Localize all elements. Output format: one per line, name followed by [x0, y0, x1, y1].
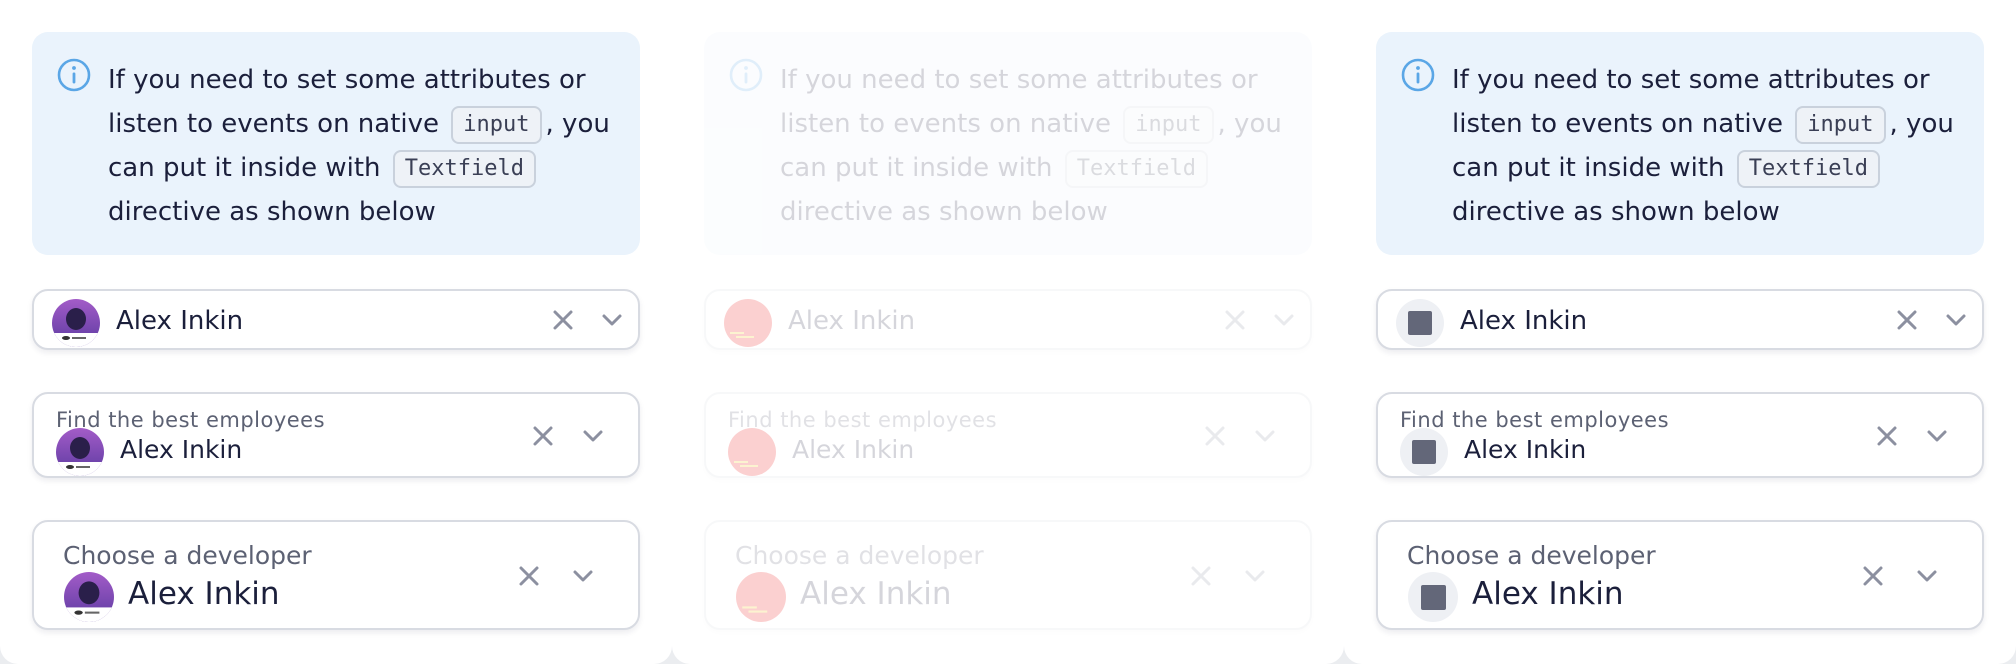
info-notice: If you need to set some attributes or li… — [32, 32, 640, 255]
selected-value: Alex Inkin — [1460, 306, 1588, 336]
selected-value: Alex Inkin — [120, 435, 243, 464]
person-select-simple[interactable]: Alex Inkin — [32, 289, 640, 350]
notice-text-end: directive as shown below — [108, 197, 436, 227]
chevron-down-icon — [1245, 570, 1265, 582]
code-textfield: Textfield — [392, 149, 536, 188]
dropdown-toggle[interactable] — [1913, 562, 1941, 590]
dropdown-toggle[interactable] — [1942, 306, 1970, 334]
avatar-photo — [52, 299, 100, 347]
code-textfield: Textfield — [1064, 149, 1208, 188]
avatar-broken-image — [736, 572, 786, 622]
close-icon — [519, 566, 539, 586]
dropdown-toggle[interactable] — [579, 422, 607, 450]
chevron-down-icon — [1946, 314, 1966, 326]
chevron-down-icon — [1255, 430, 1275, 442]
close-icon — [1205, 426, 1225, 446]
selected-value: Alex Inkin — [788, 306, 916, 336]
dropdown-toggle[interactable] — [569, 562, 597, 590]
notice-text-end: directive as shown below — [1452, 197, 1780, 227]
person-select-simple[interactable]: Alex Inkin — [1376, 289, 1984, 350]
chevron-down-icon — [602, 314, 622, 326]
clear-button[interactable] — [1873, 422, 1901, 450]
avatar-placeholder-icon — [1408, 572, 1458, 622]
person-select-labeled-small: Find the best employees Alex Inkin — [704, 392, 1312, 478]
person-select-simple: Alex Inkin — [704, 289, 1312, 350]
field-label: Find the best employees — [1400, 408, 1670, 432]
code-input: input — [451, 105, 542, 144]
avatar-placeholder-icon — [1400, 428, 1448, 476]
code-input: input — [1795, 105, 1886, 144]
clear-button[interactable] — [549, 306, 577, 334]
info-circle-icon — [1401, 58, 1435, 92]
person-select-labeled-small[interactable]: Find the best employees Alex Inkin — [1376, 392, 1984, 478]
avatar-broken-image — [724, 299, 772, 347]
field-label: Choose a developer — [63, 541, 312, 570]
selected-value: Alex Inkin — [792, 435, 915, 464]
close-icon — [553, 310, 573, 330]
dropdown-toggle — [1270, 306, 1298, 334]
person-select-labeled-large[interactable]: Choose a developer Alex Inkin — [32, 520, 640, 630]
clear-button[interactable] — [1859, 562, 1887, 590]
notice-text-end: directive as shown below — [780, 197, 1108, 227]
code-textfield: Textfield — [1736, 149, 1880, 188]
avatar-placeholder-icon — [1396, 299, 1444, 347]
dropdown-toggle[interactable] — [598, 306, 626, 334]
panel-disabled-broken: If you need to set some attributes or li… — [672, 0, 1344, 664]
panel-default-photo: If you need to set some attributes or li… — [0, 0, 672, 664]
close-icon — [1877, 426, 1897, 446]
person-select-labeled-small[interactable]: Find the best employees Alex Inkin — [32, 392, 640, 478]
clear-button[interactable] — [529, 422, 557, 450]
dropdown-toggle — [1251, 422, 1279, 450]
close-icon — [1897, 310, 1917, 330]
chevron-down-icon — [1917, 570, 1937, 582]
selected-value: Alex Inkin — [1464, 435, 1587, 464]
chevron-down-icon — [1927, 430, 1947, 442]
field-label: Find the best employees — [56, 408, 326, 432]
selected-value: Alex Inkin — [116, 306, 244, 336]
code-input: input — [1123, 105, 1214, 144]
clear-button — [1187, 562, 1215, 590]
clear-button[interactable] — [1893, 306, 1921, 334]
dropdown-toggle[interactable] — [1923, 422, 1951, 450]
panel-default-placeholder: If you need to set some attributes or li… — [1344, 0, 2016, 664]
close-icon — [1863, 566, 1883, 586]
info-circle-icon — [57, 58, 91, 92]
clear-button — [1201, 422, 1229, 450]
info-notice: If you need to set some attributes or li… — [1376, 32, 1984, 255]
chevron-down-icon — [1274, 314, 1294, 326]
field-label: Choose a developer — [735, 541, 984, 570]
clear-button[interactable] — [515, 562, 543, 590]
selected-value: Alex Inkin — [800, 576, 952, 612]
info-circle-icon — [729, 58, 763, 92]
clear-button — [1221, 306, 1249, 334]
close-icon — [533, 426, 553, 446]
field-label: Find the best employees — [728, 408, 998, 432]
selected-value: Alex Inkin — [128, 576, 280, 612]
selected-value: Alex Inkin — [1472, 576, 1624, 612]
demo-panels: If you need to set some attributes or li… — [0, 0, 2016, 664]
close-icon — [1191, 566, 1211, 586]
chevron-down-icon — [573, 570, 593, 582]
close-icon — [1225, 310, 1245, 330]
dropdown-toggle — [1241, 562, 1269, 590]
info-notice: If you need to set some attributes or li… — [704, 32, 1312, 255]
person-select-labeled-large: Choose a developer Alex Inkin — [704, 520, 1312, 630]
field-label: Choose a developer — [1407, 541, 1656, 570]
person-select-labeled-large[interactable]: Choose a developer Alex Inkin — [1376, 520, 1984, 630]
chevron-down-icon — [583, 430, 603, 442]
avatar-photo — [64, 572, 114, 622]
avatar-broken-image — [728, 428, 776, 476]
avatar-photo — [56, 428, 104, 476]
